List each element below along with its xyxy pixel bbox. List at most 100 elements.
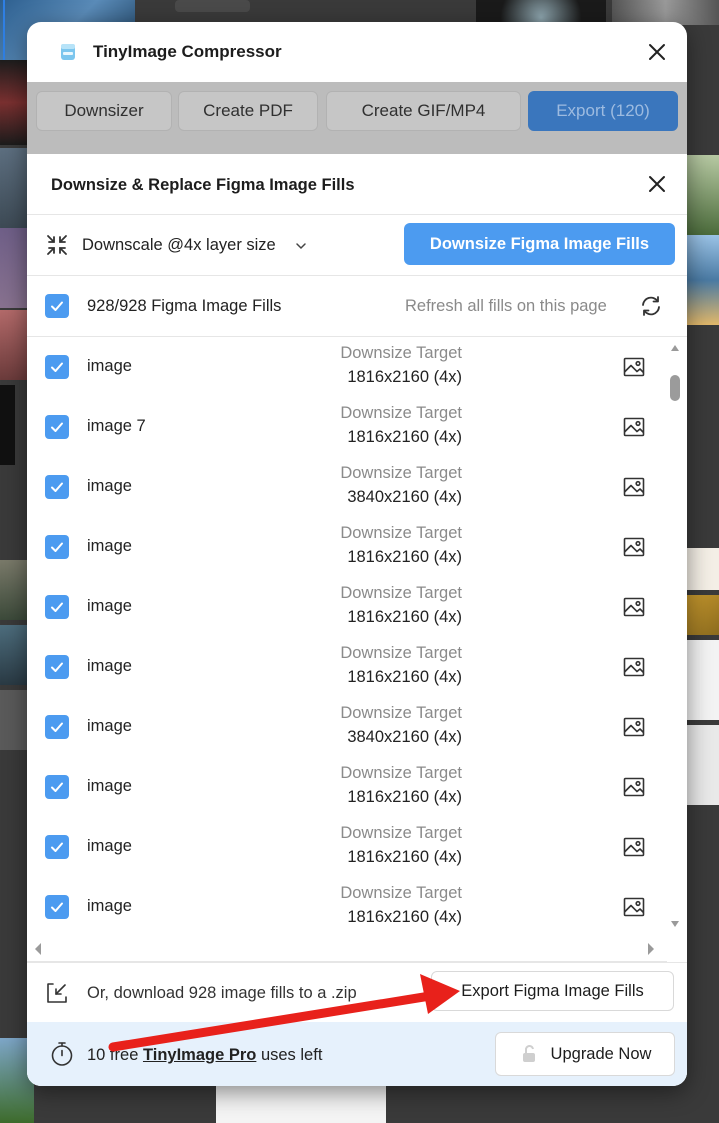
row-target-value: 1816x2160 (4x) xyxy=(347,668,462,686)
downsize-dialog: Downsize & Replace Figma Image Fills Dow… xyxy=(27,154,687,1086)
row-target-label: Downsize Target xyxy=(340,464,462,482)
canvas-thumbnail xyxy=(216,1086,386,1123)
row-target-label: Downsize Target xyxy=(340,884,462,902)
image-icon[interactable] xyxy=(622,595,646,619)
row-checkbox[interactable] xyxy=(45,475,69,499)
row-target-value: 1816x2160 (4x) xyxy=(347,548,462,566)
downscale-toolbar: Downscale @4x layer size Downsize Figma … xyxy=(27,215,687,276)
list-item: image Downsize Target 3840x2160 (4x) xyxy=(27,697,667,757)
row-checkbox[interactable] xyxy=(45,775,69,799)
image-icon[interactable] xyxy=(622,715,646,739)
canvas-thumbnail xyxy=(0,690,27,750)
vertical-scrollbar[interactable] xyxy=(668,337,682,935)
image-icon[interactable] xyxy=(622,535,646,559)
tinyimage-logo-icon xyxy=(59,42,77,62)
canvas-thumbnail xyxy=(687,595,719,635)
row-checkbox[interactable] xyxy=(45,535,69,559)
list-item: image Downsize Target 1816x2160 (4x) xyxy=(27,877,667,936)
row-layer-name: image xyxy=(87,537,132,555)
image-icon[interactable] xyxy=(622,475,646,499)
image-icon[interactable] xyxy=(622,895,646,919)
downsize-figma-image-fills-button[interactable]: Downsize Figma Image Fills xyxy=(404,223,675,265)
free-uses-suffix: uses left xyxy=(256,1046,323,1064)
row-layer-name: image xyxy=(87,477,132,495)
row-target-label: Downsize Target xyxy=(340,524,462,542)
list-item: image Downsize Target 1816x2160 (4x) xyxy=(27,817,667,877)
row-checkbox[interactable] xyxy=(45,415,69,439)
row-layer-name: image 7 xyxy=(87,417,146,435)
close-icon[interactable] xyxy=(645,40,669,64)
row-target-value: 1816x2160 (4x) xyxy=(347,608,462,626)
list-item: image Downsize Target 1816x2160 (4x) xyxy=(27,637,667,697)
row-layer-name: image xyxy=(87,597,132,615)
row-target-value: 3840x2160 (4x) xyxy=(347,728,462,746)
row-checkbox[interactable] xyxy=(45,895,69,919)
row-target-label: Downsize Target xyxy=(340,344,462,362)
row-checkbox[interactable] xyxy=(45,715,69,739)
upgrade-now-button[interactable]: Upgrade Now xyxy=(495,1032,675,1076)
list-item: image Downsize Target 1816x2160 (4x) xyxy=(27,757,667,817)
image-icon[interactable] xyxy=(622,835,646,859)
canvas-thumbnail xyxy=(175,0,250,12)
canvas-thumbnail xyxy=(3,0,9,60)
downscale-dropdown[interactable]: Downscale @4x layer size xyxy=(82,236,276,255)
tab-bar: Downsizer Create PDF Create GIF/MP4 Expo… xyxy=(27,82,687,160)
canvas-thumbnail xyxy=(687,725,719,805)
select-all-checkbox[interactable] xyxy=(45,294,69,318)
row-layer-name: image xyxy=(87,897,132,915)
canvas-thumbnail xyxy=(0,310,27,380)
row-target-label: Downsize Target xyxy=(340,764,462,782)
canvas-thumbnail xyxy=(0,625,27,685)
row-target-label: Downsize Target xyxy=(340,644,462,662)
row-target-value: 1816x2160 (4x) xyxy=(347,848,462,866)
list-item: image 7 Downsize Target 1816x2160 (4x) xyxy=(27,397,667,457)
row-layer-name: image xyxy=(87,777,132,795)
fill-count-label: 928/928 Figma Image Fills xyxy=(87,297,282,315)
download-zip-icon xyxy=(45,981,69,1005)
horizontal-scrollbar[interactable] xyxy=(27,936,667,962)
refresh-icon[interactable] xyxy=(639,294,663,318)
free-uses-text: 10 free TinyImage Pro uses left xyxy=(87,1046,322,1065)
list-item: image Downsize Target 1816x2160 (4x) xyxy=(27,577,667,637)
row-checkbox[interactable] xyxy=(45,835,69,859)
row-checkbox[interactable] xyxy=(45,595,69,619)
image-icon[interactable] xyxy=(622,355,646,379)
app-title: TinyImage Compressor xyxy=(93,42,282,61)
close-icon[interactable] xyxy=(645,172,669,196)
row-layer-name: image xyxy=(87,657,132,675)
row-target-label: Downsize Target xyxy=(340,824,462,842)
tinyimage-pro-link[interactable]: TinyImage Pro xyxy=(143,1046,256,1064)
row-target-value: 1816x2160 (4x) xyxy=(347,428,462,446)
image-fill-list: image Downsize Target 1816x2160 (4x) image … xyxy=(27,337,687,936)
row-layer-name: image xyxy=(87,837,132,855)
title-bar: TinyImage Compressor xyxy=(27,22,687,82)
shrink-arrows-icon xyxy=(45,233,69,257)
image-icon[interactable] xyxy=(622,655,646,679)
canvas-thumbnail xyxy=(0,560,27,620)
select-all-row: 928/928 Figma Image Fills Refresh all fi… xyxy=(27,276,687,337)
tab-create-gif-mp4[interactable]: Create GIF/MP4 xyxy=(326,91,521,131)
upgrade-now-label: Upgrade Now xyxy=(550,1044,652,1063)
canvas-thumbnail xyxy=(687,548,719,590)
plugin-window: TinyImage Compressor Downsizer Create PD… xyxy=(27,22,687,1086)
image-icon[interactable] xyxy=(622,415,646,439)
canvas-thumbnail xyxy=(0,148,27,228)
row-target-value: 1816x2160 (4x) xyxy=(347,908,462,926)
tab-downsizer[interactable]: Downsizer xyxy=(36,91,172,131)
row-checkbox[interactable] xyxy=(45,655,69,679)
timer-icon xyxy=(49,1041,75,1067)
list-item: image Downsize Target 1816x2160 (4x) xyxy=(27,337,667,397)
dialog-title: Downsize & Replace Figma Image Fills xyxy=(51,176,355,194)
list-item: image Downsize Target 3840x2160 (4x) xyxy=(27,457,667,517)
export-button[interactable]: Export (120) xyxy=(528,91,678,131)
row-target-label: Downsize Target xyxy=(340,704,462,722)
image-icon[interactable] xyxy=(622,775,646,799)
row-layer-name: image xyxy=(87,717,132,735)
row-target-label: Downsize Target xyxy=(340,404,462,422)
row-checkbox[interactable] xyxy=(45,355,69,379)
dialog-header: Downsize & Replace Figma Image Fills xyxy=(27,154,687,215)
refresh-fills-link[interactable]: Refresh all fills on this page xyxy=(405,297,607,316)
chevron-down-icon[interactable] xyxy=(295,239,307,251)
tab-create-pdf[interactable]: Create PDF xyxy=(178,91,318,131)
export-figma-image-fills-button[interactable]: Export Figma Image Fills xyxy=(431,971,674,1011)
